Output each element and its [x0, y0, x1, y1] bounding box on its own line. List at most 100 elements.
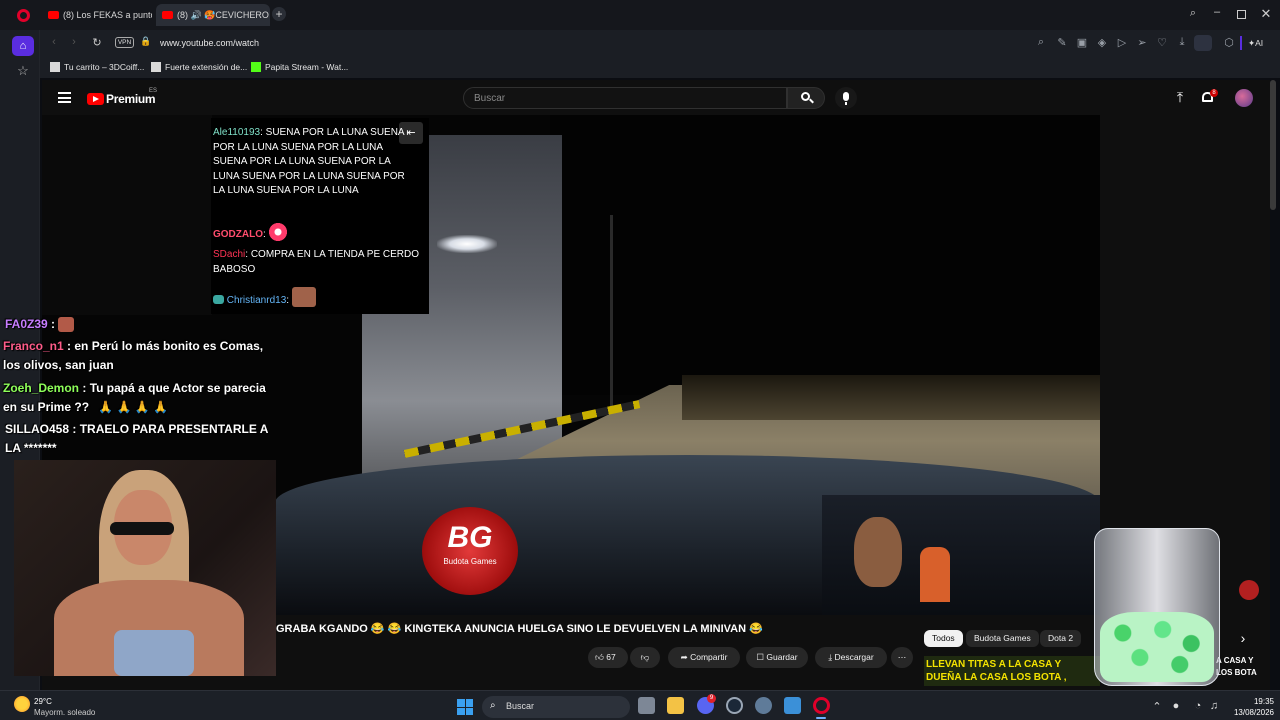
like-count: 67	[606, 652, 616, 662]
ai-label: AI	[1255, 38, 1264, 48]
badge-icon	[213, 295, 224, 304]
street-pole	[610, 215, 613, 415]
tab-2-label: (8) 🔊 🥵CEVICHERO LO	[177, 10, 270, 20]
chat-message: GODZALO:	[213, 223, 419, 243]
aria-ai-button[interactable]: ✦AI	[1248, 36, 1272, 50]
bookmark-icon: ☐	[756, 652, 765, 662]
settings-gear-icon[interactable]	[755, 697, 772, 714]
wifi-icon[interactable]: ◔	[1192, 700, 1204, 712]
new-tab-icon[interactable]: +	[272, 7, 286, 21]
chip-dota-2[interactable]: Dota 2	[1040, 630, 1082, 647]
reload-icon[interactable]: ↻	[91, 36, 103, 50]
cam-chat-user: Zoeh_Demon	[3, 381, 80, 395]
bookmark-1[interactable]: Tu carrito – 3DCoiff...	[50, 61, 144, 74]
chip-all[interactable]: Todos	[924, 630, 963, 647]
minimize-icon[interactable]: –	[1210, 6, 1224, 20]
save-button[interactable]: ☐ Guardar	[746, 647, 808, 668]
chat-user: GODZALO	[213, 229, 263, 240]
building-light	[437, 235, 497, 253]
vpn-badge[interactable]: VPN	[115, 37, 134, 48]
tab-search-icon[interactable]: ⌕	[1186, 7, 1200, 21]
clock-date[interactable]: 13/08/2026	[1222, 708, 1274, 717]
more-actions-button[interactable]: ⋯	[891, 647, 913, 668]
send-icon[interactable]: ➢	[1135, 36, 1149, 50]
bookmark-3-label: Papita Stream - Wat...	[265, 62, 349, 72]
search-page-icon[interactable]: ⌕	[1034, 36, 1048, 50]
back-icon[interactable]: ‹	[48, 36, 60, 50]
thumbs-up-icon: 👍︎	[595, 652, 604, 662]
grass-field	[682, 375, 1100, 420]
profile-button[interactable]	[1194, 35, 1212, 51]
play-icon[interactable]: ▷	[1115, 36, 1129, 50]
taskbar-search-icon: ⌕	[490, 700, 496, 711]
volume-icon[interactable]: ♫	[1208, 700, 1220, 712]
bookmark-3[interactable]: Papita Stream - Wat...	[251, 61, 348, 74]
browser-tab-bar: (8) Los FEKAS a punto de (8) 🔊 🥵CEVICHER…	[0, 0, 1280, 30]
favorites-star-icon[interactable]: ☆	[14, 63, 32, 79]
share-button[interactable]: ➦ Compartir	[668, 647, 740, 668]
extensions-icon[interactable]: ⬡	[1222, 36, 1236, 50]
watermark-logo: BG	[447, 521, 493, 554]
shield-icon[interactable]: ◈	[1095, 36, 1109, 50]
hamburger-menu-icon[interactable]	[58, 92, 71, 103]
bookmarks-bar: Tu carrito – 3DCoiff... Fuerte extensión…	[40, 56, 1280, 78]
dislike-button[interactable]: 👎︎	[630, 647, 660, 668]
taskbar-search-label: Buscar	[506, 701, 535, 711]
opera-logo-icon[interactable]	[17, 9, 30, 22]
like-button[interactable]: 👍︎ 67	[588, 647, 628, 668]
sticker-icon	[1239, 580, 1259, 600]
page-scrollbar[interactable]	[1270, 80, 1276, 210]
chips-next-icon[interactable]: ›	[1236, 630, 1250, 647]
country-code: ES	[149, 88, 158, 94]
taskbar-search[interactable]: ⌕ Buscar	[482, 696, 630, 718]
voice-search-button[interactable]	[835, 87, 857, 109]
search-input[interactable]: Buscar	[463, 87, 787, 109]
notifications-button[interactable]: 8	[1201, 89, 1219, 106]
edit-icon[interactable]: ✎	[1055, 36, 1069, 50]
heart-icon[interactable]: ♡	[1155, 36, 1169, 50]
app-icon[interactable]	[784, 697, 801, 714]
bookmark-2[interactable]: Fuerte extensión de...	[151, 61, 247, 74]
tab-2-active[interactable]: (8) 🔊 🥵CEVICHERO LO	[156, 4, 270, 26]
chat-user: SDachi	[213, 249, 246, 260]
divider	[1240, 36, 1242, 50]
windows-start-icon[interactable]	[457, 699, 473, 715]
weather-icon[interactable]	[14, 696, 30, 712]
download-icon[interactable]: ⤓	[1175, 36, 1189, 50]
youtube-favicon-icon	[48, 11, 59, 19]
youtube-logo[interactable]: Premium ES	[87, 88, 167, 107]
tray-chevron-icon[interactable]: ⌃	[1152, 700, 1162, 713]
steam-icon[interactable]	[726, 697, 743, 714]
tab-1[interactable]: (8) Los FEKAS a punto de	[42, 4, 152, 26]
camera-icon[interactable]: ▣	[1075, 36, 1089, 50]
sunglasses	[110, 522, 174, 535]
upload-icon[interactable]: ⤒	[1172, 89, 1188, 105]
more-dots-icon: ⋯	[897, 652, 907, 662]
face-emote-icon	[291, 287, 316, 307]
download-arrow-icon: ⤓	[828, 652, 833, 662]
home-icon[interactable]: ⌂	[12, 36, 34, 56]
close-icon[interactable]: ✕	[1259, 6, 1273, 21]
lock-icon: 🔒	[140, 36, 152, 46]
share-label: Compartir	[690, 652, 728, 662]
maximize-icon[interactable]	[1237, 10, 1246, 19]
opera-taskbar-icon[interactable]	[813, 697, 830, 714]
download-label: Descargar	[834, 652, 874, 662]
url-field[interactable]: www.youtube.com/watch	[160, 37, 560, 50]
tray-app-icon[interactable]: ●	[1170, 700, 1182, 712]
task-view-icon[interactable]	[638, 697, 655, 714]
cam-chat-message: Franco_n1 : en Perú lo más bonito es Com…	[3, 339, 264, 372]
cam-chat-message: FA0Z39 :	[5, 315, 280, 334]
youtube-favicon-icon	[162, 11, 173, 19]
search-button[interactable]	[787, 87, 825, 109]
avatar[interactable]	[1235, 89, 1253, 107]
related-video-ticker[interactable]: LLEVAN TITAS A LA CASA Y DUEÑA LA CASA L…	[924, 656, 1100, 686]
share-icon: ➦	[680, 652, 688, 662]
weather-temp: 29°C	[34, 697, 52, 706]
chip-budota-games[interactable]: Budota Games	[966, 630, 1039, 647]
download-button[interactable]: ⤓ Descargar	[815, 647, 887, 668]
stream-chat-overlay: ⇤ Ale110193: SUENA POR LA LUNA SUENA POR…	[211, 118, 429, 314]
clock-time[interactable]: 19:35	[1226, 697, 1274, 706]
file-explorer-icon[interactable]	[667, 697, 684, 714]
forward-icon[interactable]: ›	[68, 36, 80, 50]
